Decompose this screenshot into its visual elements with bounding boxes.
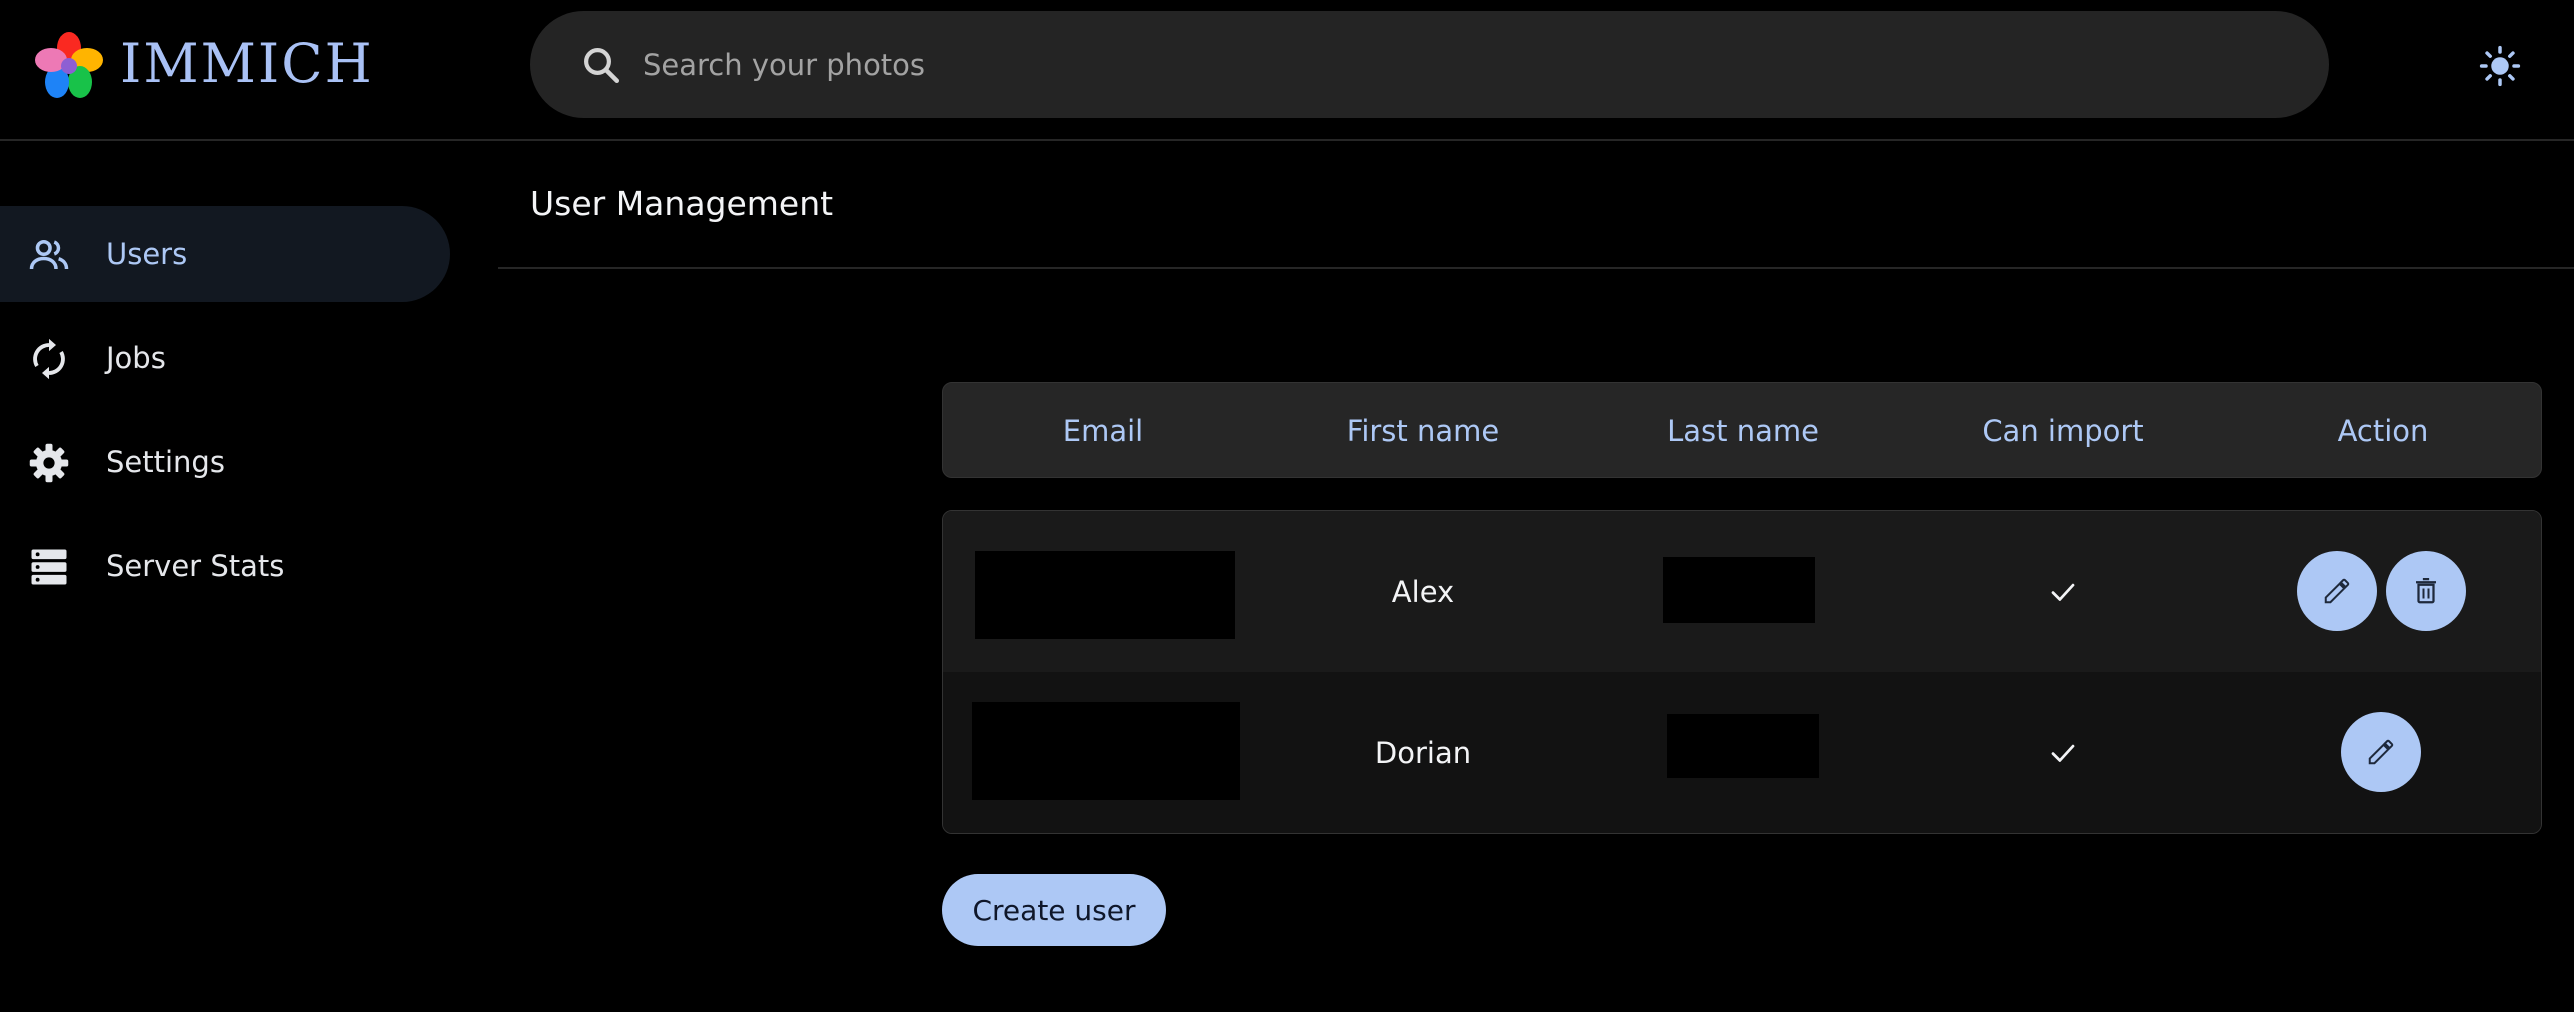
column-header-first-name: First name — [1346, 414, 1500, 448]
sync-icon — [28, 338, 70, 380]
first-name-cell: Alex — [1391, 574, 1455, 609]
sun-icon — [2479, 45, 2521, 87]
users-icon — [28, 234, 70, 276]
immich-logo-icon[interactable] — [33, 30, 105, 102]
sidebar-item-label: Users — [106, 237, 188, 271]
column-header-can-import: Can import — [1982, 414, 2144, 448]
redacted-email — [975, 551, 1235, 639]
table-header: Email First name Last name Can import Ac… — [942, 382, 2542, 478]
first-name-cell: Dorian — [1374, 735, 1472, 770]
search-bar[interactable] — [530, 11, 2329, 118]
divider — [498, 267, 2574, 269]
check-icon — [2051, 744, 2075, 762]
sidebar-item-label: Settings — [106, 445, 225, 479]
sidebar-item-label: Jobs — [106, 341, 166, 375]
redacted-email — [972, 702, 1240, 800]
sidebar-item-label: Server Stats — [106, 549, 285, 583]
column-header-last-name: Last name — [1667, 414, 1819, 448]
search-input[interactable] — [643, 11, 2243, 118]
sidebar-item-settings[interactable]: Settings — [0, 414, 450, 510]
top-bar: IMMICH — [0, 0, 2574, 141]
server-icon — [28, 546, 70, 588]
sidebar-item-users[interactable]: Users — [0, 206, 450, 302]
edit-user-button[interactable] — [2341, 712, 2421, 792]
sidebar-item-server-stats[interactable]: Server Stats — [0, 518, 450, 614]
search-icon[interactable] — [580, 44, 622, 86]
gear-icon — [28, 442, 70, 484]
redacted-last-name — [1663, 557, 1815, 623]
theme-toggle-button[interactable] — [2470, 36, 2530, 96]
delete-user-button[interactable] — [2386, 551, 2466, 631]
pencil-icon — [2368, 739, 2394, 765]
app-name[interactable]: IMMICH — [120, 30, 374, 98]
trash-icon — [2416, 578, 2436, 604]
check-icon — [2051, 583, 2075, 601]
column-header-action: Action — [2337, 414, 2429, 448]
sidebar: Users Jobs Settings Server Stats — [0, 143, 470, 1012]
page-title: User Management — [530, 184, 834, 223]
users-table: Alex Dorian — [942, 510, 2542, 834]
can-import-cell — [1903, 511, 2223, 672]
edit-user-button[interactable] — [2297, 551, 2377, 631]
table-row: Alex — [943, 511, 2541, 672]
create-user-button[interactable]: Create user — [942, 874, 1166, 946]
table-row: Dorian — [943, 672, 2541, 833]
can-import-cell — [1903, 672, 2223, 833]
column-header-email: Email — [1062, 414, 1144, 448]
sidebar-item-jobs[interactable]: Jobs — [0, 310, 450, 406]
redacted-last-name — [1667, 714, 1819, 778]
pencil-icon — [2324, 578, 2350, 604]
